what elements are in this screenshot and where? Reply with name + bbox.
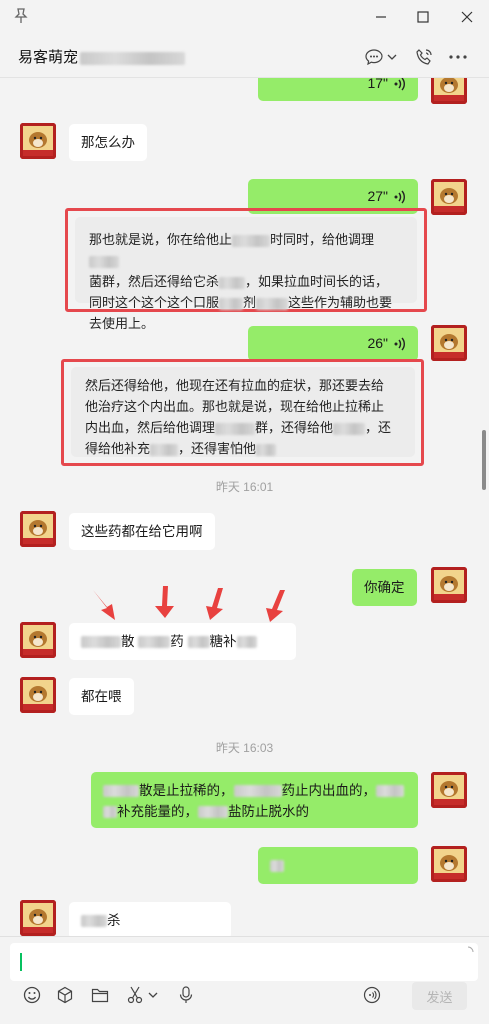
message-text: 都在喂 (81, 689, 122, 704)
transcript-line: 然后还得给他，他现在还有拉血的症状，那还要去给 (85, 378, 385, 393)
more-icon[interactable] (448, 46, 468, 68)
message-text: 糖补 (209, 634, 237, 649)
redacted-text (187, 636, 210, 649)
avatar[interactable] (431, 567, 467, 603)
chevron-down-icon[interactable] (147, 985, 159, 1005)
message-line: 散是止拉稀的， 药止内出血的， (103, 780, 406, 801)
redacted-text (81, 915, 107, 928)
message-text: 杀 (107, 913, 121, 928)
avatar[interactable] (431, 846, 467, 882)
message-text: 散 (121, 634, 135, 649)
redacted-text (81, 636, 121, 649)
avatar[interactable] (431, 325, 467, 361)
minimize-icon[interactable] (370, 6, 392, 28)
voice-duration: 17" (367, 78, 388, 91)
avatar[interactable] (20, 900, 56, 936)
redacted-text (138, 636, 171, 649)
message-text: 你确定 (364, 580, 405, 595)
text-message[interactable] (258, 847, 418, 884)
transcript-line: 得给他补充 ，还得害怕他 (85, 438, 401, 459)
redacted-text (256, 443, 277, 456)
redacted-text (256, 297, 289, 310)
redacted-text (376, 785, 404, 798)
message-line: 补充能量的， 盐防止脱水的 (103, 801, 406, 822)
redacted-text (80, 51, 186, 65)
avatar[interactable] (431, 772, 467, 808)
screenshot-icon[interactable] (125, 985, 145, 1005)
redacted-text (103, 806, 117, 819)
transcript-line: 同时这个这个这个口服剂这些作为辅助也要 (89, 295, 393, 310)
transcript-line: 那也就是说，你在给他止 时同时，给他调理 (89, 229, 403, 271)
transcript-line: 菌群，然后还得给它杀 ，如果拉血时间长的话， (89, 274, 389, 289)
avatar[interactable] (20, 511, 56, 547)
timestamp: 昨天 16:03 (215, 741, 274, 755)
avatar[interactable] (431, 78, 467, 104)
pin-icon[interactable] (14, 8, 30, 24)
text-message[interactable]: 散 药 糖补 (69, 623, 296, 660)
redacted-text (103, 785, 139, 798)
transcript-line: 内出血，然后给他调理 群，还得给他 ，还 (85, 420, 392, 435)
text-message[interactable]: 杀 (69, 902, 231, 936)
chat-bubble-icon[interactable] (364, 46, 384, 68)
chat-title-text: 易客萌宠 (18, 49, 79, 66)
transcript-line: 他治疗这个内出血。那也就是说，现在给他止拉稀止 (85, 399, 385, 414)
voice-transcript[interactable]: 那也就是说，你在给他止 时同时，给他调理 菌群，然后还得给它杀 ，如果拉血时间长的话… (75, 217, 417, 331)
scrollbar[interactable] (482, 430, 486, 490)
redacted-text (270, 860, 284, 873)
text-message[interactable]: 你确定 (352, 569, 417, 606)
redacted-text (236, 636, 257, 649)
message-text: 那怎么办 (81, 135, 135, 150)
window-titlebar (0, 0, 489, 34)
chat-title: 易客萌宠 (18, 46, 186, 67)
send-button[interactable]: 发送 (412, 982, 467, 1010)
redacted-text (219, 297, 244, 310)
redacted-text (233, 785, 282, 798)
voice-duration: 26" (367, 335, 388, 351)
red-arrow-icon (93, 590, 115, 620)
voice-call-icon[interactable] (362, 985, 382, 1005)
favorites-icon[interactable] (55, 985, 75, 1005)
close-icon[interactable] (456, 6, 478, 28)
text-message[interactable]: 都在喂 (69, 678, 134, 715)
avatar[interactable] (20, 123, 56, 159)
redacted-text (198, 806, 228, 819)
redacted-text (215, 422, 256, 435)
red-arrow-icon (266, 590, 285, 622)
resize-handle-icon[interactable] (466, 946, 474, 954)
voice-input-icon[interactable] (176, 985, 196, 1005)
avatar[interactable] (20, 677, 56, 713)
text-message[interactable]: 那怎么办 (69, 124, 147, 161)
voice-duration: 27" (367, 188, 388, 204)
composer: 发送 (0, 936, 489, 1024)
message-input[interactable] (10, 943, 478, 981)
chat-header: 易客萌宠 (0, 34, 489, 78)
red-arrow-icon (206, 588, 223, 620)
redacted-text (89, 255, 119, 268)
emoji-icon[interactable] (22, 985, 42, 1005)
folder-icon[interactable] (90, 985, 110, 1005)
message-list[interactable]: 17" 那怎么办 27" 那也就是说，你在给他止 时同时，给他调理 菌群，然后还得… (0, 78, 489, 936)
message-text: 药 (170, 634, 184, 649)
maximize-icon[interactable] (412, 6, 434, 28)
voice-wave-icon (394, 78, 405, 90)
redacted-text (232, 234, 271, 247)
voice-message[interactable]: 17" (258, 78, 418, 101)
chevron-down-icon[interactable] (386, 46, 398, 68)
text-message[interactable]: 这些药都在给它用啊 (69, 513, 215, 550)
redacted-text (150, 443, 179, 456)
voice-wave-icon (394, 337, 405, 350)
voice-transcript[interactable]: 然后还得给他，他现在还有拉血的症状，那还要去给 他治疗这个内出血。那也就是说，现… (71, 367, 415, 457)
phone-call-icon[interactable] (414, 46, 434, 68)
red-arrow-icon (155, 586, 174, 618)
message-text: 这些药都在给它用啊 (81, 524, 203, 539)
timestamp: 昨天 16:01 (215, 480, 274, 494)
avatar[interactable] (20, 622, 56, 658)
voice-wave-icon (394, 190, 405, 203)
redacted-text (333, 422, 366, 435)
voice-message[interactable]: 26" (248, 326, 418, 361)
text-message[interactable]: 散是止拉稀的， 药止内出血的， 补充能量的， 盐防止脱水的 (91, 772, 418, 828)
avatar[interactable] (431, 179, 467, 215)
text-cursor (20, 953, 22, 971)
redacted-text (219, 276, 246, 289)
